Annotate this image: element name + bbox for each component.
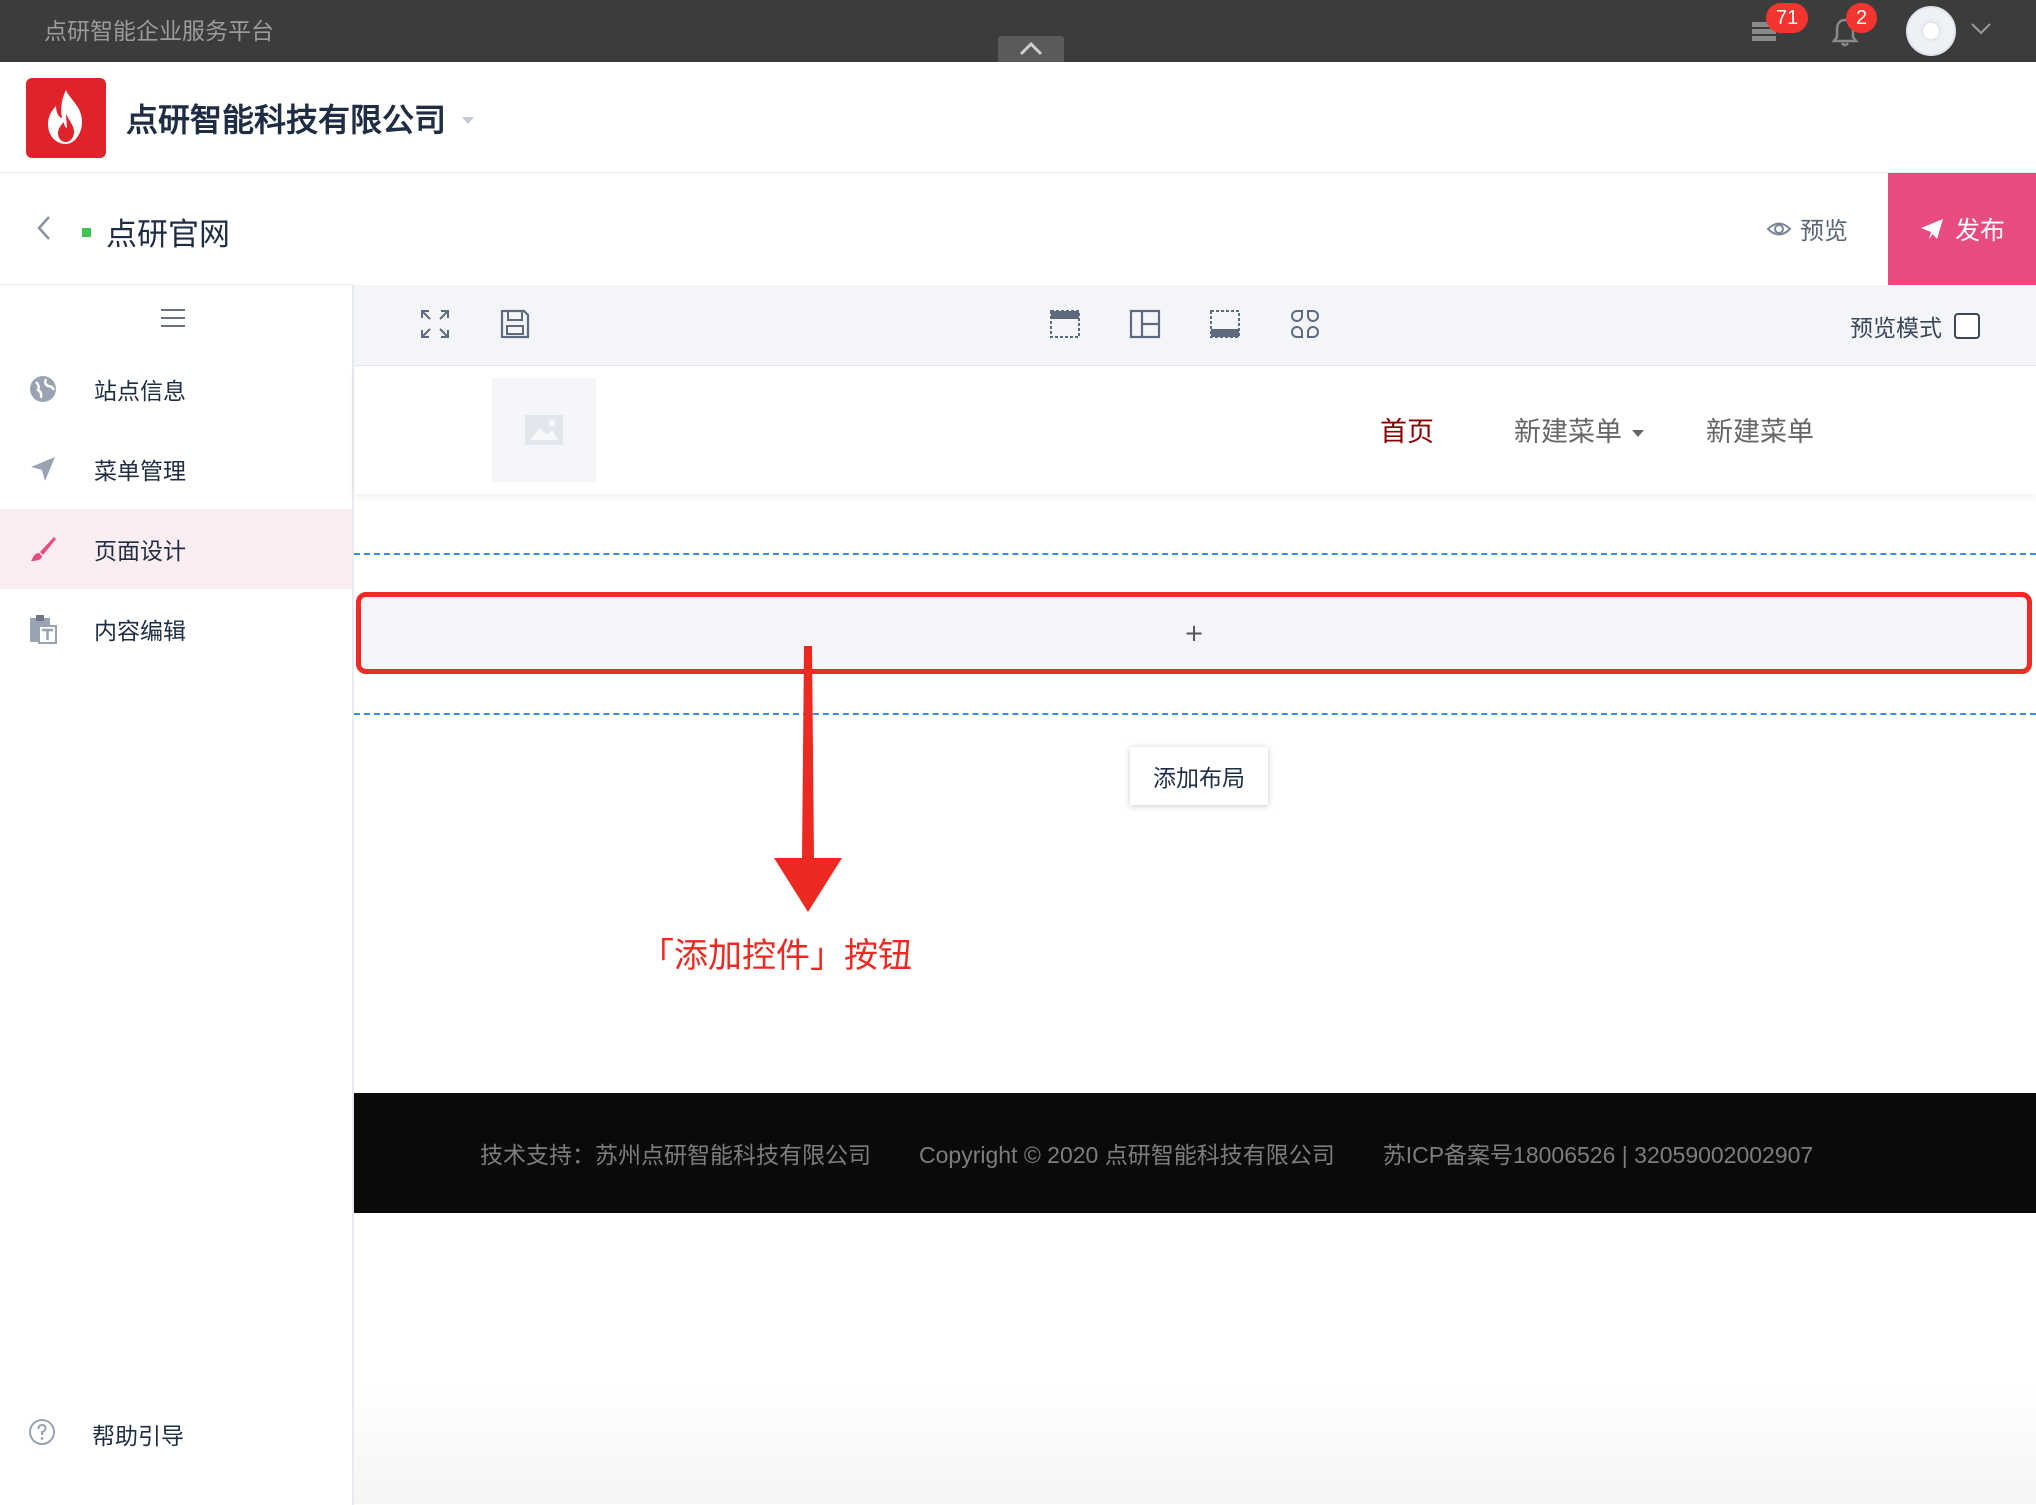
site-preview-nav: 首页 新建菜单 新建菜单	[354, 366, 2036, 494]
sidebar-toggle-button[interactable]	[160, 307, 186, 333]
clipboard-text-icon	[20, 606, 66, 652]
globe-icon	[20, 366, 66, 412]
two-column-layout-icon	[1129, 309, 1161, 339]
footer-support-text: 技术支持：苏州点研智能科技有限公司	[480, 1142, 871, 1168]
preview-button[interactable]: 预览	[1766, 211, 1848, 246]
chevron-down-icon	[1971, 23, 1991, 35]
company-header: 点研智能科技有限公司	[0, 62, 2036, 173]
hamburger-icon	[161, 309, 185, 327]
fullscreen-button[interactable]	[418, 307, 452, 345]
company-switch-caret[interactable]	[460, 110, 476, 129]
site-status-dot	[82, 228, 91, 237]
annotation-arrow	[770, 644, 846, 918]
footer-copyright-text: Copyright © 2020 点研智能科技有限公司	[919, 1142, 1335, 1168]
canvas-bottom-area	[354, 1384, 2036, 1504]
avatar[interactable]	[1906, 6, 1956, 56]
caret-down-icon	[1632, 430, 1644, 437]
save-icon	[500, 309, 530, 339]
help-label: 帮助引导	[92, 1424, 184, 1450]
caret-down-icon	[462, 117, 474, 124]
sidebar-item-label: 站点信息	[94, 379, 186, 405]
chevron-left-icon	[37, 216, 50, 240]
top-bar: 点研智能企业服务平台 71 2	[0, 0, 2036, 62]
two-column-layout-button[interactable]	[1128, 307, 1162, 345]
preview-mode-label: 预览模式	[1850, 316, 1942, 342]
header-layout-icon	[1050, 310, 1080, 338]
nav-item-new-menu[interactable]: 新建菜单	[1706, 410, 1814, 449]
sidebar-item-menu-management[interactable]: 菜单管理	[0, 429, 352, 509]
preview-mode-toggle[interactable]: 预览模式	[1850, 309, 1980, 343]
sidebar-item-content-edit[interactable]: 内容编辑	[0, 589, 352, 669]
tasks-badge: 71	[1766, 3, 1809, 33]
widgets-icon	[1291, 310, 1319, 338]
chevron-up-icon	[1019, 41, 1043, 56]
send-icon	[20, 446, 66, 492]
publish-label: 发布	[1954, 216, 2005, 245]
arrow-down-icon	[774, 646, 842, 912]
question-circle-icon	[28, 1418, 56, 1450]
publish-button[interactable]: 发布	[1888, 173, 2036, 285]
sidebar-item-page-design[interactable]: 页面设计	[0, 509, 352, 589]
notifications-badge: 2	[1846, 3, 1878, 33]
sidebar-item-label: 页面设计	[94, 539, 186, 565]
site-preview-footer: 技术支持：苏州点研智能科技有限公司 Copyright © 2020 点研智能科…	[354, 1093, 2036, 1213]
nav-item-home[interactable]: 首页	[1380, 410, 1434, 449]
sidebar: 站点信息 菜单管理 页面设计 内容编辑	[0, 284, 354, 1505]
nav-item-new-menu-dropdown[interactable]: 新建菜单	[1514, 410, 1644, 449]
collapse-header-button[interactable]	[998, 36, 1064, 62]
footer-layout-icon	[1210, 310, 1240, 338]
add-control-button[interactable]: +	[356, 592, 2032, 674]
footer-layout-button[interactable]	[1208, 307, 1242, 345]
fullscreen-icon	[421, 310, 449, 338]
editor-toolbar: 预览模式	[354, 285, 2036, 366]
platform-title: 点研智能企业服务平台	[44, 19, 274, 45]
preview-label: 预览	[1800, 217, 1848, 245]
company-name[interactable]: 点研智能科技有限公司	[126, 95, 446, 141]
brush-icon	[20, 526, 66, 572]
user-menu-chevron[interactable]	[1970, 20, 1992, 40]
eye-icon	[1766, 222, 1792, 235]
preview-mode-checkbox[interactable]	[1954, 313, 1980, 339]
save-button[interactable]	[498, 307, 532, 345]
image-icon	[525, 415, 563, 445]
header-layout-button[interactable]	[1048, 307, 1082, 345]
company-logo	[26, 78, 106, 158]
widgets-button[interactable]	[1288, 307, 1322, 345]
help-guide-item[interactable]: 帮助引导	[0, 1394, 352, 1474]
sidebar-item-label: 菜单管理	[94, 459, 186, 485]
site-bar: 点研官网 预览 发布	[0, 173, 2036, 285]
annotation-label: 「添加控件」按钮	[640, 936, 912, 976]
footer-icp-text: 苏ICP备案号18006526 | 32059002002907	[1382, 1142, 1814, 1168]
back-button[interactable]	[34, 213, 54, 247]
sidebar-item-label: 内容编辑	[94, 619, 186, 645]
site-logo-placeholder[interactable]	[492, 378, 596, 482]
add-layout-button[interactable]: 添加布局	[1130, 747, 1268, 805]
paper-plane-icon	[1920, 219, 1943, 239]
sidebar-item-site-info[interactable]: 站点信息	[0, 349, 352, 429]
site-name: 点研官网	[106, 217, 230, 253]
flame-icon	[48, 90, 82, 144]
nav-item-label: 新建菜单	[1514, 417, 1622, 448]
plus-icon: +	[1183, 619, 1205, 647]
